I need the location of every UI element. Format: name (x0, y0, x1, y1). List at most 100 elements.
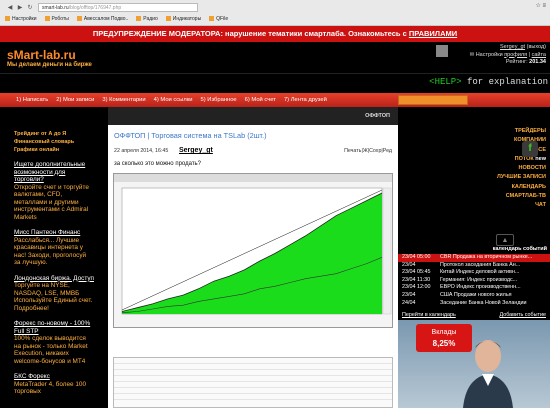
nav-calendar[interactable]: КАЛЕНДАРЬ (398, 183, 546, 192)
stats-table-image[interactable] (113, 357, 393, 408)
equity-chart (114, 174, 392, 327)
nav-best-posts[interactable]: ЛУЧШИЕ ЗАПИСИ (398, 173, 546, 182)
calendar-event[interactable]: 23/04 12:00 ЕВРО Индекс производственн... (398, 284, 550, 292)
bookmark-icon (44, 16, 50, 22)
chart-price-scale (382, 187, 392, 315)
bookmark-item[interactable]: Авессалом Подво.. (76, 16, 128, 22)
menu-item-my-account[interactable]: 6) Мой счет (245, 97, 276, 103)
help-bar: <HELP> for explanation (0, 73, 550, 93)
bookmark-icon (136, 16, 142, 22)
post-actions[interactable]: Печать|Ж|Сохр|Ред (344, 148, 392, 154)
event-time: 23/04 05:00 (402, 254, 431, 260)
bookmark-icon (5, 16, 10, 22)
profile-settings-link[interactable]: профиля (504, 52, 527, 58)
nav-traders[interactable]: ТРЕЙДЕРЫ (398, 127, 546, 136)
add-event-link[interactable]: Добавить событие (499, 312, 546, 318)
menu-item-my-posts[interactable]: 2) Мои записи (56, 97, 94, 103)
bookmark-item[interactable]: Индикаторы (165, 16, 201, 22)
calendar-event[interactable]: 24/04 Заседание Банка Новой Зеландии (398, 300, 550, 308)
url-input[interactable]: smart-lab.ru/blog/offtop/176947.php (38, 2, 198, 12)
event-time: 23/04 (402, 291, 416, 298)
username-link[interactable]: Sergey_gt (500, 44, 525, 50)
sidebar-link-dictionary[interactable]: Финансовый словарь (14, 139, 94, 145)
feedly-icon[interactable]: f (522, 141, 538, 157)
rules-link[interactable]: ПРАВИЛАМИ (409, 29, 457, 38)
address-bar: ◀ ▶ ↻ smart-lab.ru/blog/offtop/176947.ph… (5, 2, 425, 12)
calendar-event[interactable]: 23/04 11:30 Германия: Индекс производс... (398, 277, 550, 285)
nav-smartlab-tv[interactable]: СМАРТЛАБ-ТВ (398, 192, 546, 201)
right-sidebar: ТРЕЙДЕРЫ КОМПАНИИ ВСЕ ПОТОК new НОВОСТИ … (398, 107, 550, 408)
site-header: sMart-lab.ru Мы делаем деньги на бирже S… (0, 42, 550, 73)
chevron-up-icon[interactable]: ▲ (496, 234, 514, 246)
event-text: Заседание Банка Новой Зеландии (440, 299, 527, 306)
mail-icon[interactable]: ✉ (470, 52, 475, 58)
event-time: 23/04 (402, 261, 416, 268)
forward-icon[interactable]: ▶ (15, 4, 25, 11)
bookmark-item[interactable]: Настройки (5, 16, 37, 22)
ad-block[interactable]: Мисс Пантеон Финанс Расслабься... Лучшие … (14, 229, 94, 267)
avatar[interactable] (436, 45, 448, 57)
event-text: Китай Индекс деловой активн... (440, 269, 520, 276)
moderator-warning: ПРЕДУПРЕЖДЕНИЕ МОДЕРАТОРА: нарушение тем… (0, 26, 550, 42)
menu-item-comments[interactable]: 3) Комментарии (102, 97, 145, 103)
post-meta: 22 апреля 2014, 16:45 Sergey_gt Печать|Ж… (114, 147, 392, 154)
site-logo[interactable]: sMart-lab.ru (7, 48, 76, 62)
nav-news[interactable]: НОВОСТИ (398, 164, 546, 173)
bookmark-item[interactable]: Роботы (44, 16, 69, 22)
event-time: 24/04 (402, 299, 416, 306)
calendar-event[interactable]: 23/04 05:45 Китай Индекс деловой активн..… (398, 269, 550, 277)
blog-link[interactable]: ОФФТОП (114, 131, 145, 140)
menu-item-favorites[interactable]: 5) Избранное (201, 97, 237, 103)
nav-chat[interactable]: ЧАТ (398, 201, 546, 210)
calendar-links: Перейти в календарь Добавить событие (398, 312, 550, 318)
menu-item-friends-feed[interactable]: 7) Лента друзей (284, 97, 327, 103)
calendar-event[interactable]: 23/04 США Продажи нового жилья (398, 292, 550, 300)
menu-item-write[interactable]: 1) Написать (16, 97, 48, 103)
left-sidebar: Трейдинг от А до Я Финансовый словарь Гр… (0, 107, 108, 408)
chart-toolbar (114, 174, 392, 182)
event-text: США Продажи нового жилья (440, 291, 512, 298)
bookmark-item[interactable]: QFile (209, 16, 228, 22)
menu-item-my-links[interactable]: 4) Мои ссылки (154, 97, 193, 103)
back-icon[interactable]: ◀ (5, 4, 15, 11)
calendar-event[interactable]: 23/04 05:00 CBR Продажа на вторичном рынк… (398, 254, 550, 262)
post-text: за сколько это можно продать? (114, 161, 202, 167)
event-text: ЕВРО Индекс производственн... (440, 284, 521, 291)
calendar-events: 23/04 05:00 CBR Продажа на вторичном рынк… (398, 254, 550, 307)
blog-post: ОФФТОП | Торговая система на TSLab (2шт.… (108, 125, 398, 171)
search-input[interactable] (398, 95, 468, 105)
window-controls[interactable]: ☆ ≡ (535, 2, 546, 9)
ad-block[interactable]: Форекс по-новому - 100% Full STP 100% сде… (14, 320, 94, 365)
ad-block[interactable]: Лондонская биржа. Доступ Торгуйте на NYSE… (14, 275, 94, 313)
deposit-banner[interactable]: Вклады 8,25% (398, 320, 550, 408)
ad-block[interactable]: Ищете дополнительные возможности для тор… (14, 161, 94, 221)
right-nav: ТРЕЙДЕРЫ КОМПАНИИ ВСЕ ПОТОК new НОВОСТИ … (398, 127, 546, 211)
bookmark-icon (209, 16, 215, 22)
post-date: 22 апреля 2014, 16:45 (114, 147, 169, 154)
main-content: ОФФТОП ОФФТОП | Торговая система на TSLa… (108, 107, 398, 408)
events-calendar: ▲ календарь событий 23/04 05:00 CBR Прода… (398, 232, 550, 318)
sidebar-link-trading[interactable]: Трейдинг от А до Я (14, 131, 94, 137)
equity-chart-image[interactable] (113, 173, 393, 328)
user-panel: Sergey_gt (выход) ✉ Настройки профиля | … (436, 44, 546, 67)
section-title: ОФФТОП (108, 107, 398, 125)
bookmark-icon (165, 16, 171, 22)
site-slogan: Мы делаем деньги на бирже (7, 62, 92, 68)
sidebar-link-charts[interactable]: Графики онлайн (14, 147, 94, 153)
calendar-title: ▲ календарь событий (398, 232, 550, 254)
go-to-calendar-link[interactable]: Перейти в календарь (402, 312, 456, 318)
event-time: 23/04 05:45 (402, 269, 431, 276)
post-title[interactable]: ОФФТОП | Торговая система на TSLab (2шт.… (114, 131, 392, 140)
event-time: 23/04 12:00 (402, 284, 431, 291)
logout-link[interactable]: (выход) (527, 44, 546, 50)
post-author[interactable]: Sergey_gt (179, 147, 213, 154)
help-hint: <HELP> for explanation (429, 77, 548, 87)
user-rating: 201.34 (529, 59, 546, 65)
browser-chrome: ◀ ▶ ↻ smart-lab.ru/blog/offtop/176947.ph… (0, 0, 550, 26)
table-row (114, 394, 392, 400)
ad-block[interactable]: БКС Форекс MetaTrader 4, более 100 торгов… (14, 373, 94, 396)
site-settings-link[interactable]: сайта (532, 52, 546, 58)
calendar-event[interactable]: 23/04 Протокол заседания Банка Ан... (398, 262, 550, 270)
reload-icon[interactable]: ↻ (25, 4, 35, 11)
bookmark-item[interactable]: Радио (136, 16, 158, 22)
